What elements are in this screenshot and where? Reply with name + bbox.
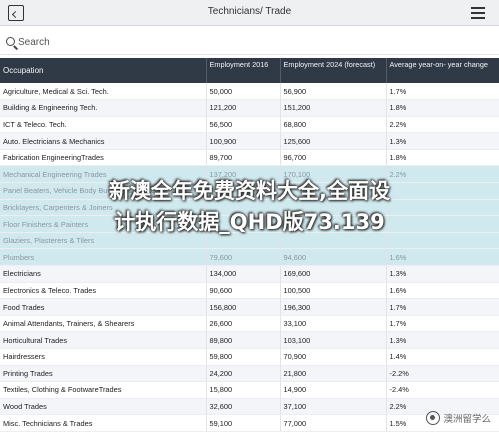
watermark-text: 澳洲留学么: [443, 414, 491, 425]
employment-2016-cell: 121,200: [206, 99, 281, 117]
header-employment-2024[interactable]: Employment 2024 (forecast): [280, 58, 387, 83]
table-row: ICT & Teleco. Tech. 56,500 68,800 2.2%: [0, 116, 499, 134]
top-bar: Technicians/ Trade: [0, 0, 499, 26]
change-cell: 1.3%: [386, 132, 499, 150]
employment-2024-cell: 196,300: [280, 298, 387, 316]
employment-2024-cell: 70,900: [280, 348, 387, 366]
search-input[interactable]: Search: [18, 37, 50, 48]
change-cell: 1.8%: [386, 99, 499, 117]
employment-2024-cell: 169,600: [280, 265, 387, 283]
occupation-cell: Electronics & Teleco. Trades: [0, 282, 207, 300]
employment-2024-cell: 37,100: [280, 398, 387, 416]
table-row: Wood Trades 32,600 37,100 2.2%: [0, 398, 499, 416]
wechat-icon: [426, 411, 441, 425]
overlay-line-1: 新澳全年免费资料大全,全面设: [109, 179, 390, 203]
table-row: Auto. Electricians & Mechanics 100,900 125…: [0, 132, 499, 150]
employment-2016-cell: 56,500: [206, 116, 281, 134]
search-icon: [6, 37, 15, 46]
employment-2024-cell: 68,800: [280, 116, 387, 134]
change-cell: 1.3%: [386, 331, 499, 349]
table-header-row: Occupation Employment 2016 Employment 20…: [0, 58, 499, 83]
table-row: Fabrication EngineeringTrades 89,700 96,70…: [0, 149, 499, 167]
employment-2016-cell: 79,600: [206, 248, 281, 267]
occupation-cell: Wood Trades: [0, 398, 207, 416]
occupation-cell: ICT & Teleco. Tech.: [0, 116, 207, 134]
employment-2016-cell: 134,000: [206, 265, 281, 283]
employment-2016-cell: 24,200: [206, 365, 281, 383]
change-cell: 1.7%: [386, 83, 499, 101]
occupation-cell: Printing Trades: [0, 365, 207, 383]
occupation-cell: Plumbers: [0, 248, 207, 267]
employment-2016-cell: 26,600: [206, 315, 281, 333]
employment-2016-cell: 90,600: [206, 282, 281, 300]
change-cell: -2.4%: [386, 381, 499, 399]
change-cell: 2.2%: [386, 116, 499, 134]
change-cell: -2.2%: [386, 365, 499, 383]
occupation-cell: Animal Attendants, Trainers, & Shearers: [0, 315, 207, 333]
occupation-cell: Food Trades: [0, 298, 207, 316]
change-cell: 1.7%: [386, 315, 499, 333]
table-row: Horticultural Trades 89,800 103,100 1.3%: [0, 331, 499, 349]
search-bar[interactable]: Search: [0, 31, 499, 55]
table-row: Electricians 134,000 169,600 1.3%: [0, 265, 499, 283]
occupation-cell: Misc. Technicians & Trades: [0, 414, 207, 432]
employment-2024-cell: 125,600: [280, 132, 387, 150]
overlay-line-2: 计执行数据_QHD版73.139: [114, 210, 385, 234]
menu-icon[interactable]: [471, 7, 485, 19]
employment-2016-cell: 89,700: [206, 149, 281, 167]
occupation-cell: Electricians: [0, 265, 207, 283]
table-row: Electronics & Teleco. Trades 90,600 100,50…: [0, 282, 499, 300]
change-cell: 1.8%: [386, 149, 499, 167]
occupation-cell: Hairdressers: [0, 348, 207, 366]
occupation-cell: Auto. Electricians & Mechanics: [0, 132, 207, 150]
table-row: Food Trades 156,800 196,300 1.7%: [0, 298, 499, 316]
table-row: Textiles, Clothing & FootwareTrades 15,80…: [0, 381, 499, 399]
employment-2024-cell: 96,700: [280, 149, 387, 167]
header-occupation[interactable]: Occupation: [0, 58, 207, 83]
employment-2024-cell: 151,200: [280, 99, 387, 117]
occupation-cell: Fabrication EngineeringTrades: [0, 149, 207, 167]
header-avg-change[interactable]: Average year-on- year change: [386, 58, 499, 83]
occupation-cell: Building & Engineering Tech.: [0, 99, 207, 117]
employment-2024-cell: 103,100: [280, 331, 387, 349]
employment-2024-cell: 94,600: [280, 248, 387, 267]
header-employment-2016[interactable]: Employment 2016: [206, 58, 281, 83]
table-row: Building & Engineering Tech. 121,200 151,2…: [0, 99, 499, 117]
table-row: Plumbers 79,600 94,600 1.6%: [0, 248, 499, 267]
table-row: Animal Attendants, Trainers, & Shearers 2…: [0, 315, 499, 333]
table-row: Misc. Technicians & Trades 59,100 77,000 1.…: [0, 414, 499, 432]
page-title: Technicians/ Trade: [207, 6, 292, 17]
change-cell: 1.6%: [386, 282, 499, 300]
employment-2016-cell: 50,000: [206, 83, 281, 101]
employment-2024-cell: 100,500: [280, 282, 387, 300]
change-cell: 1.3%: [386, 265, 499, 283]
employment-2016-cell: 15,800: [206, 381, 281, 399]
occupation-cell: Textiles, Clothing & FootwareTrades: [0, 381, 207, 399]
overlay-caption: 新澳全年免费资料大全,全面设 计执行数据_QHD版73.139: [0, 176, 499, 238]
employment-2024-cell: 56,900: [280, 83, 387, 101]
employment-2016-cell: 156,800: [206, 298, 281, 316]
table-row: Agriculture, Medical & Sci. Tech. 50,000 5…: [0, 83, 499, 101]
watermark: 澳洲留学么: [426, 410, 491, 426]
occupation-cell: Agriculture, Medical & Sci. Tech.: [0, 83, 207, 101]
employment-2024-cell: 21,800: [280, 365, 387, 383]
employment-2024-cell: 33,100: [280, 315, 387, 333]
employment-2024-cell: 14,900: [280, 381, 387, 399]
employment-2016-cell: 32,600: [206, 398, 281, 416]
table-row: Printing Trades 24,200 21,800 -2.2%: [0, 365, 499, 383]
employment-2024-cell: 77,000: [280, 414, 387, 432]
table-row: Hairdressers 59,800 70,900 1.4%: [0, 348, 499, 366]
occupation-table: Occupation Employment 2016 Employment 20…: [0, 58, 499, 432]
change-cell: 1.4%: [386, 348, 499, 366]
occupation-cell: Horticultural Trades: [0, 331, 207, 349]
employment-2016-cell: 59,800: [206, 348, 281, 366]
employment-2016-cell: 89,800: [206, 331, 281, 349]
change-cell: 1.7%: [386, 298, 499, 316]
change-cell: 1.6%: [386, 248, 499, 267]
employment-2016-cell: 100,900: [206, 132, 281, 150]
employment-2016-cell: 59,100: [206, 414, 281, 432]
